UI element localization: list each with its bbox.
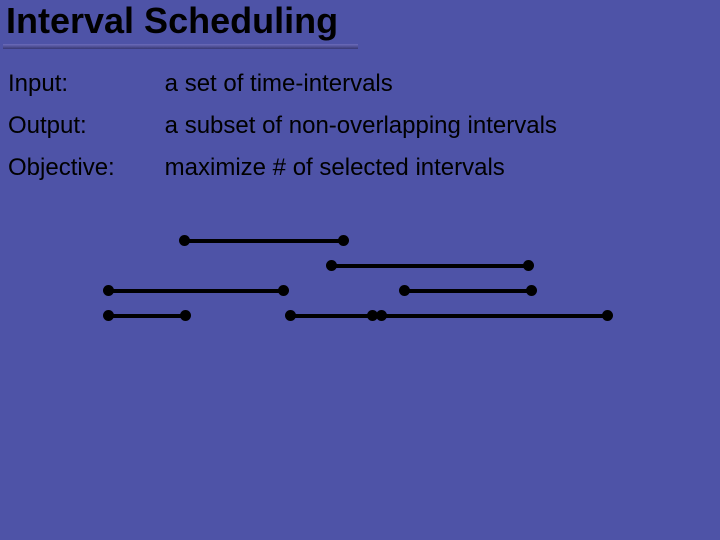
interval-segment (108, 314, 186, 318)
label-output: Output: (8, 112, 158, 140)
label-objective: Objective: (8, 154, 158, 182)
interval-segment (290, 314, 373, 318)
value-input: a set of time-intervals (165, 70, 393, 98)
title-underline (3, 44, 358, 49)
label-input: Input: (8, 70, 158, 98)
interval-segment (331, 264, 529, 268)
interval-segment (381, 314, 608, 318)
value-objective: maximize # of selected intervals (165, 154, 505, 182)
value-output: a subset of non-overlapping intervals (165, 112, 557, 140)
interval-segment (108, 289, 284, 293)
interval-diagram (0, 225, 720, 525)
slide-title: Interval Scheduling (6, 2, 338, 40)
interval-segment (404, 289, 532, 293)
interval-segment (184, 239, 344, 243)
